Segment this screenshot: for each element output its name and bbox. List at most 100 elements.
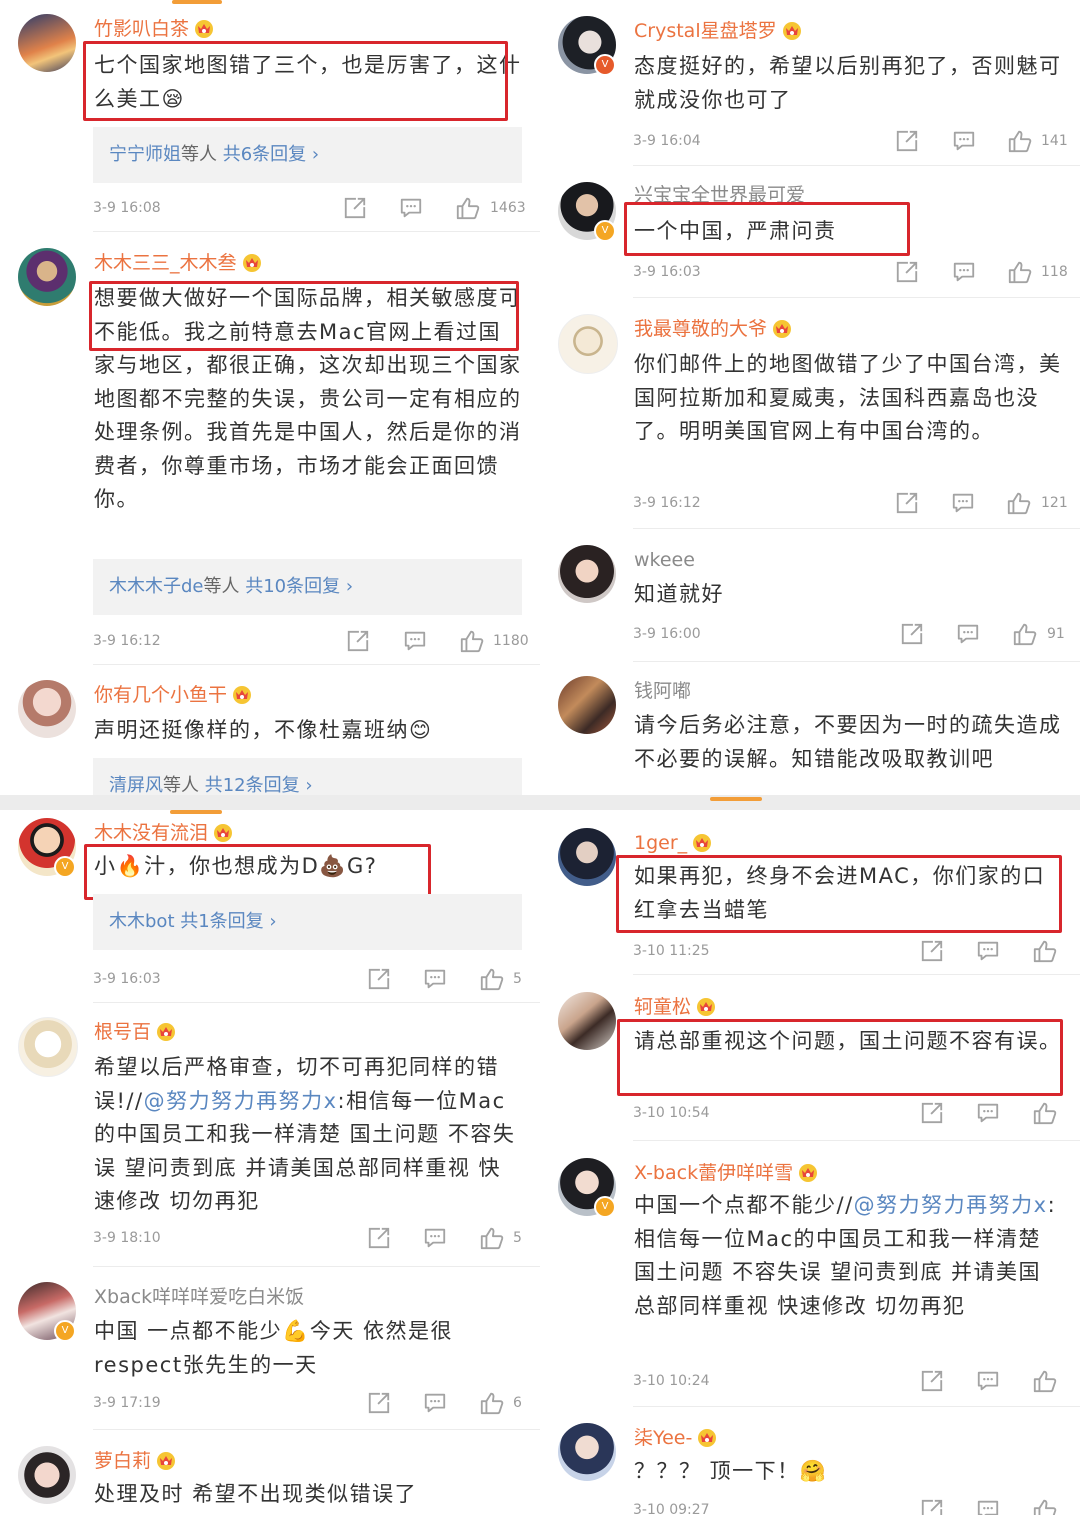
like-icon[interactable] bbox=[479, 1390, 505, 1416]
share-icon[interactable] bbox=[920, 938, 944, 964]
comment-meta: 3-10 10:54 bbox=[633, 1100, 1073, 1126]
commenter-name[interactable]: 根号百 bbox=[94, 1019, 177, 1045]
comment-item: 轲童松 请总部重视这个问题，国土问题不容有误。 3-10 10:54 bbox=[540, 990, 1080, 1140]
comment-item: 竹影叭白茶 七个国家地图错了三个，也是厉害了，这什么美工😪 宁宁师姐等人 共6条… bbox=[0, 12, 540, 237]
share-icon[interactable] bbox=[920, 1368, 944, 1394]
commenter-name[interactable]: X-back蕾伊咩咩雪 bbox=[634, 1160, 819, 1186]
avatar[interactable] bbox=[558, 545, 616, 603]
like-icon[interactable] bbox=[1006, 490, 1032, 516]
like-icon[interactable] bbox=[459, 628, 485, 654]
tab-indicator bbox=[710, 797, 762, 801]
comment-icon[interactable] bbox=[976, 1497, 1000, 1515]
like-icon[interactable] bbox=[479, 1225, 505, 1251]
comment-icon[interactable] bbox=[952, 128, 976, 154]
verified-badge-icon: V bbox=[594, 54, 616, 76]
like-icon[interactable] bbox=[455, 195, 481, 221]
share-icon[interactable] bbox=[367, 1390, 391, 1416]
vip-crown-icon bbox=[155, 1450, 177, 1470]
share-icon[interactable] bbox=[920, 1100, 944, 1126]
comment-icon[interactable] bbox=[423, 1390, 447, 1416]
replies-link[interactable]: 木木木子de等人 共10条回复 › bbox=[93, 559, 522, 615]
like-icon[interactable] bbox=[479, 966, 505, 992]
comment-item: V Xback咩咩咩爱吃白米饭 中国 一点都不能少💪今天 依然是很respect… bbox=[0, 1280, 540, 1430]
like-count: 121 bbox=[1041, 495, 1068, 511]
comment-meta: 3-9 16:03 5 bbox=[93, 966, 533, 992]
like-icon[interactable] bbox=[1007, 259, 1033, 285]
like-icon[interactable] bbox=[1032, 938, 1058, 964]
comment-text: 态度挺好的，希望以后别再犯了，否则魅可就成没你也可了 bbox=[634, 54, 1062, 112]
comment-meta: 3-9 17:19 6 bbox=[93, 1390, 533, 1416]
comment-item: 1ger_ 如果再犯，终身不会进MAC，你们家的口红拿去当蜡笔 3-10 11:… bbox=[540, 826, 1080, 976]
tab-indicator bbox=[172, 0, 222, 4]
divider bbox=[633, 661, 1080, 662]
comment-icon[interactable] bbox=[423, 1225, 447, 1251]
avatar[interactable] bbox=[558, 992, 616, 1050]
comment-icon[interactable] bbox=[403, 628, 427, 654]
share-icon[interactable] bbox=[920, 1497, 944, 1515]
replies-link[interactable]: 宁宁师姐等人 共6条回复 › bbox=[93, 127, 522, 183]
share-icon[interactable] bbox=[343, 195, 367, 221]
share-icon[interactable] bbox=[367, 966, 391, 992]
commenter-name[interactable]: Crystal星盘塔罗 bbox=[634, 18, 803, 44]
comment-icon[interactable] bbox=[976, 1368, 1000, 1394]
commenter-name[interactable]: 萝白莉 bbox=[94, 1448, 177, 1474]
divider bbox=[93, 1266, 540, 1267]
commenter-name[interactable]: Xback咩咩咩爱吃白米饭 bbox=[94, 1284, 304, 1310]
share-icon[interactable] bbox=[895, 259, 919, 285]
avatar[interactable] bbox=[558, 828, 616, 886]
replies-link[interactable]: 木木bot 共1条回复 › bbox=[93, 894, 522, 950]
comment-icon[interactable] bbox=[956, 621, 980, 647]
red-highlight-box bbox=[89, 281, 519, 351]
comment-icon[interactable] bbox=[399, 195, 423, 221]
share-icon[interactable] bbox=[895, 490, 919, 516]
share-icon[interactable] bbox=[900, 621, 924, 647]
commenter-name[interactable]: 柒Yee- bbox=[634, 1425, 718, 1451]
share-icon[interactable] bbox=[895, 128, 919, 154]
like-icon[interactable] bbox=[1007, 128, 1033, 154]
vip-crown-icon bbox=[771, 318, 793, 338]
like-icon[interactable] bbox=[1032, 1497, 1058, 1515]
avatar[interactable] bbox=[18, 1017, 78, 1077]
avatar[interactable] bbox=[558, 1423, 616, 1481]
comment-icon[interactable] bbox=[952, 259, 976, 285]
verified-badge-icon: V bbox=[54, 856, 76, 878]
comment-icon[interactable] bbox=[976, 938, 1000, 964]
commenter-name[interactable]: 1ger_ bbox=[634, 830, 713, 856]
red-highlight-box bbox=[624, 202, 910, 256]
commenter-name[interactable]: 木木没有流泪 bbox=[94, 820, 234, 846]
avatar[interactable] bbox=[18, 14, 76, 72]
commenter-name[interactable]: 竹影叭白茶 bbox=[94, 16, 215, 42]
like-icon[interactable] bbox=[1032, 1100, 1058, 1126]
comment-panel-top-right: V Crystal星盘塔罗 态度挺好的，希望以后别再犯了，否则魅可就成没你也可了… bbox=[540, 0, 1080, 795]
comment-icon[interactable] bbox=[423, 966, 447, 992]
avatar[interactable] bbox=[18, 680, 76, 738]
like-icon[interactable] bbox=[1032, 1368, 1058, 1394]
red-highlight-box bbox=[617, 1019, 1063, 1096]
avatar[interactable] bbox=[18, 1446, 76, 1504]
mention-link[interactable]: @努力努力再努力x bbox=[854, 1193, 1048, 1217]
timestamp: 3-9 16:04 bbox=[633, 133, 701, 149]
avatar[interactable] bbox=[558, 314, 618, 374]
comment-meta: 3-9 16:04 141 bbox=[633, 128, 1073, 154]
share-icon[interactable] bbox=[346, 628, 370, 654]
comment-text: ？？？ 顶一下！🤗 bbox=[634, 1459, 828, 1483]
commenter-name[interactable]: 你有几个小鱼干 bbox=[94, 682, 253, 708]
mention-link[interactable]: @努力努力再努力x bbox=[144, 1089, 338, 1113]
comment-icon[interactable] bbox=[976, 1100, 1000, 1126]
replies-link[interactable]: 清屏风等人 共12条回复 › bbox=[93, 758, 522, 795]
verified-badge-icon: V bbox=[594, 1196, 616, 1218]
commenter-name[interactable]: 轲童松 bbox=[634, 994, 717, 1020]
commenter-name[interactable]: wkeee bbox=[634, 547, 695, 573]
commenter-name[interactable]: 木木三三_木木叁 bbox=[94, 250, 263, 276]
timestamp: 3-9 16:00 bbox=[633, 626, 701, 642]
share-icon[interactable] bbox=[367, 1225, 391, 1251]
vip-crown-icon bbox=[231, 684, 253, 704]
comment-icon[interactable] bbox=[951, 490, 975, 516]
avatar[interactable] bbox=[18, 248, 76, 306]
vip-crown-icon bbox=[155, 1021, 177, 1041]
avatar[interactable] bbox=[558, 676, 616, 734]
comment-meta: 3-9 18:10 5 bbox=[93, 1225, 533, 1251]
commenter-name[interactable]: 我最尊敬的大爷 bbox=[634, 316, 793, 342]
like-icon[interactable] bbox=[1012, 621, 1038, 647]
commenter-name[interactable]: 钱阿嘟 bbox=[634, 678, 691, 704]
